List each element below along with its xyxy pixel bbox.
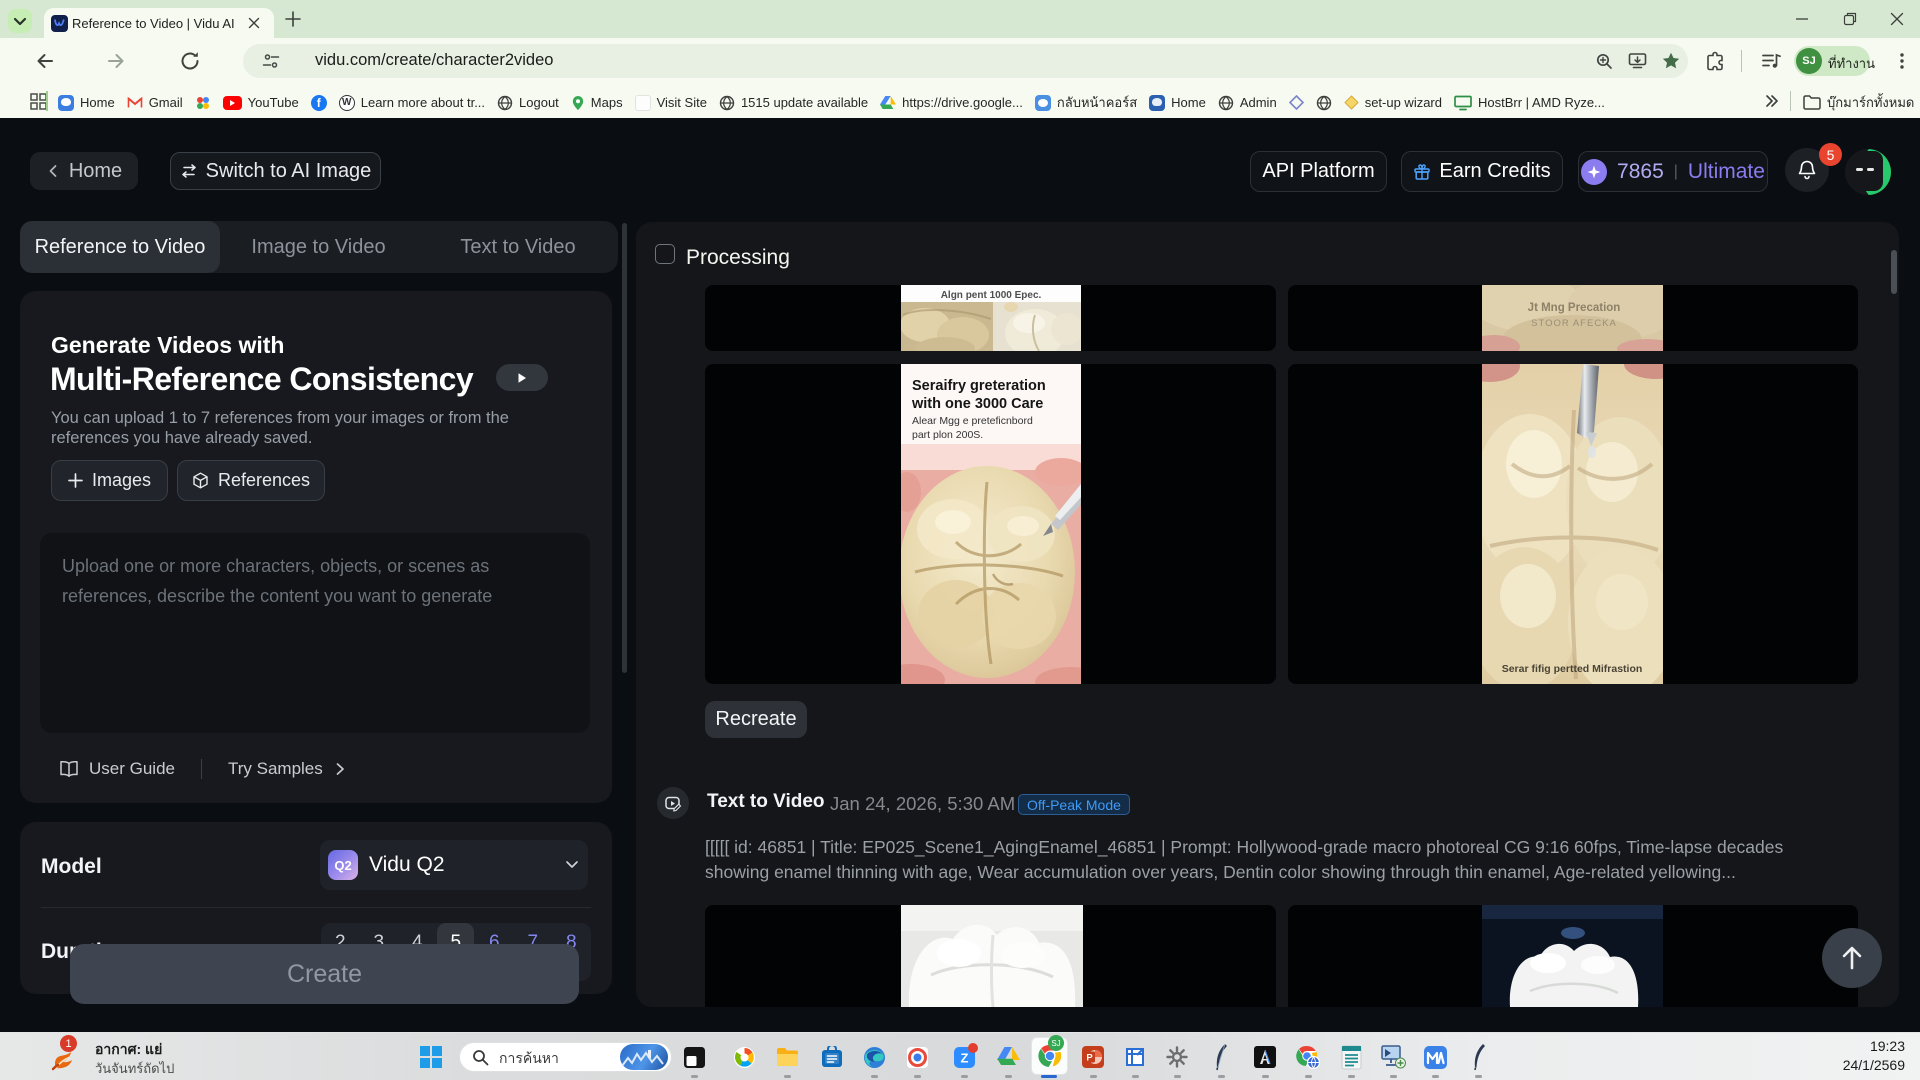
svg-text:STOOR AFECKA: STOOR AFECKA [1531,318,1617,329]
svg-text:Z: Z [961,1051,969,1066]
svg-text:Alear Mgg e preteficnbord: Alear Mgg e preteficnbord [912,415,1033,427]
svg-text:Serar fifig pertted Mifrastion: Serar fifig pertted Mifrastion [1502,663,1643,675]
svg-text:Algn pent 1000 Epec.: Algn pent 1000 Epec. [941,290,1042,301]
svg-text:with one 3000 Care: with one 3000 Care [911,396,1043,412]
svg-text:part plon 200S.: part plon 200S. [912,429,983,441]
svg-text:Jt Mng Precation: Jt Mng Precation [1528,302,1621,314]
svg-text:P: P [1086,1053,1093,1064]
svg-text:Seraifry greteration: Seraifry greteration [912,378,1046,394]
